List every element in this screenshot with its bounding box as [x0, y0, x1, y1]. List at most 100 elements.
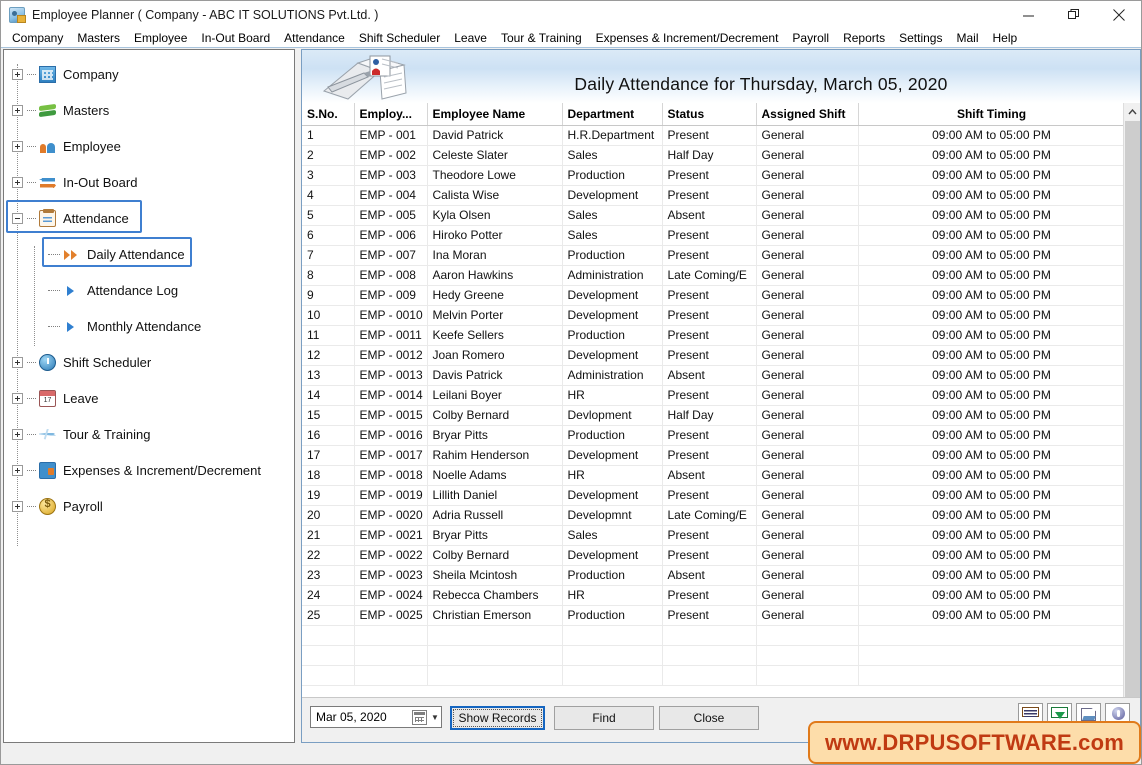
sidebar-item-monthly-attendance[interactable]: Monthly Attendance [4, 308, 294, 344]
table-row[interactable]: 2 EMP - 002 Celeste Slater Sales Half Day Gen… [302, 145, 1123, 166]
report-icon[interactable] [1018, 703, 1043, 723]
sidebar-item-company[interactable]: Company [4, 56, 294, 92]
cell-employee-code: EMP - 008 [354, 265, 428, 286]
menu-item-reports[interactable]: Reports [836, 30, 892, 46]
tree-connector [48, 289, 60, 291]
table-row[interactable]: 4 EMP - 004 Calista Wise Development Present… [302, 185, 1123, 206]
expand-icon[interactable] [12, 68, 23, 80]
column-header-s-no[interactable]: S.No. [302, 103, 355, 126]
table-row[interactable]: 19 EMP - 0019 Lillith Daniel Development Pre… [302, 485, 1123, 506]
table-row-empty[interactable] [302, 665, 1123, 686]
sidebar-item-attendance-log[interactable]: Attendance Log [4, 272, 294, 308]
close-dialog-button[interactable]: Close [659, 706, 759, 730]
sidebar-item-masters[interactable]: Masters [4, 92, 294, 128]
help-icon[interactable] [1105, 703, 1130, 723]
cell-status: Absent [662, 565, 757, 586]
menu-item-company[interactable]: Company [5, 30, 70, 46]
cell-department: Development [562, 345, 663, 366]
menu-item-in-out-board[interactable]: In-Out Board [194, 30, 277, 46]
menu-item-employee[interactable]: Employee [127, 30, 194, 46]
sidebar-item-leave[interactable]: Leave [4, 380, 294, 416]
table-row[interactable]: 25 EMP - 0025 Christian Emerson Production P… [302, 605, 1123, 626]
expand-icon[interactable] [12, 104, 23, 116]
table-row[interactable]: 17 EMP - 0017 Rahim Henderson Development Pr… [302, 445, 1123, 466]
column-header-employ[interactable]: Employ... [354, 103, 428, 126]
cell-serial-number: 21 [302, 525, 355, 546]
show-records-button[interactable]: Show Records [450, 706, 545, 730]
menu-item-mail[interactable]: Mail [949, 30, 985, 46]
scroll-up-icon[interactable] [1124, 103, 1140, 120]
expand-icon[interactable] [12, 140, 23, 152]
column-header-shift-timing[interactable]: Shift Timing [858, 103, 1123, 126]
table-row[interactable]: 1 EMP - 001 David Patrick H.R.Department Pre… [302, 125, 1123, 146]
sidebar-item-attendance[interactable]: Attendance [4, 200, 294, 236]
expand-icon[interactable] [12, 356, 23, 368]
vertical-scrollbar-thumb[interactable] [1125, 121, 1140, 701]
table-row[interactable]: 10 EMP - 0010 Melvin Porter Development Pres… [302, 305, 1123, 326]
chevron-down-icon[interactable]: ▼ [429, 707, 441, 727]
table-row[interactable]: 14 EMP - 0014 Leilani Boyer HR Present Genera… [302, 385, 1123, 406]
table-row[interactable]: 11 EMP - 0011 Keefe Sellers Production Prese… [302, 325, 1123, 346]
sidebar-item-daily-attendance[interactable]: Daily Attendance [4, 236, 294, 272]
print-icon[interactable] [1076, 703, 1101, 723]
table-row[interactable]: 21 EMP - 0021 Bryar Pitts Sales Present Gener… [302, 525, 1123, 546]
find-button[interactable]: Find [554, 706, 654, 730]
cell-serial-number: 13 [302, 365, 355, 386]
cell-status: Present [662, 305, 757, 326]
table-row[interactable]: 18 EMP - 0018 Noelle Adams HR Absent General 0… [302, 465, 1123, 486]
expand-icon[interactable] [12, 176, 23, 188]
table-row[interactable]: 7 EMP - 007 Ina Moran Production Present Gene… [302, 245, 1123, 266]
table-row[interactable]: 6 EMP - 006 Hiroko Potter Sales Present Gener… [302, 225, 1123, 246]
collapse-icon[interactable] [12, 212, 23, 224]
table-row[interactable]: 9 EMP - 009 Hedy Greene Development Present G… [302, 285, 1123, 306]
table-row[interactable]: 20 EMP - 0020 Adria Russell Developmnt Late … [302, 505, 1123, 526]
expand-icon[interactable] [12, 464, 23, 476]
table-row-empty[interactable] [302, 645, 1123, 666]
cell-assigned-shift: General [756, 145, 859, 166]
tree-connector [48, 253, 60, 255]
table-row[interactable]: 13 EMP - 0013 Davis Patrick Administration A… [302, 365, 1123, 386]
table-row-empty[interactable] [302, 625, 1123, 646]
cell-status: Present [662, 325, 757, 346]
menu-item-masters[interactable]: Masters [70, 30, 127, 46]
column-header-department[interactable]: Department [562, 103, 663, 126]
menu-item-shift-scheduler[interactable]: Shift Scheduler [352, 30, 447, 46]
table-row[interactable]: 5 EMP - 005 Kyla Olsen Sales Absent General 09… [302, 205, 1123, 226]
excel-export-icon[interactable] [1047, 703, 1072, 723]
menu-item-payroll[interactable]: Payroll [785, 30, 836, 46]
table-row[interactable]: 12 EMP - 0012 Joan Romero Development Presen… [302, 345, 1123, 366]
table-row[interactable]: 22 EMP - 0022 Colby Bernard Development Pres… [302, 545, 1123, 566]
cell-shift-timing: 09:00 AM to 05:00 PM [858, 225, 1123, 246]
sidebar-item-payroll[interactable]: Payroll [4, 488, 294, 524]
menu-item-help[interactable]: Help [986, 30, 1025, 46]
sidebar-item-label: Masters [63, 102, 110, 118]
sidebar-item-in-out-board[interactable]: In-Out Board [4, 164, 294, 200]
sidebar-item-employee[interactable]: Employee [4, 128, 294, 164]
column-header-status[interactable]: Status [662, 103, 757, 126]
maximize-button[interactable] [1051, 1, 1096, 29]
close-button[interactable] [1096, 1, 1141, 29]
table-row[interactable]: 3 EMP - 003 Theodore Lowe Production Present… [302, 165, 1123, 186]
sidebar-item-shift-scheduler[interactable]: Shift Scheduler [4, 344, 294, 380]
vertical-scrollbar[interactable] [1123, 103, 1140, 720]
sidebar-item-expenses-increment-decrement[interactable]: Expenses & Increment/Decrement [4, 452, 294, 488]
attendance-grid: S.No. Employ... Employee Name Department Sta… [302, 103, 1123, 720]
menu-item-settings[interactable]: Settings [892, 30, 949, 46]
menu-item-tour-training[interactable]: Tour & Training [494, 30, 589, 46]
column-header-employee-name[interactable]: Employee Name [427, 103, 563, 126]
expand-icon[interactable] [12, 392, 23, 404]
table-row[interactable]: 23 EMP - 0023 Sheila Mcintosh Production Abs… [302, 565, 1123, 586]
sidebar-item-tour-training[interactable]: Tour & Training [4, 416, 294, 452]
table-row[interactable]: 16 EMP - 0016 Bryar Pitts Production Present… [302, 425, 1123, 446]
minimize-button[interactable] [1006, 1, 1051, 29]
menu-item-leave[interactable]: Leave [447, 30, 494, 46]
menu-item-expenses-increment-decrement[interactable]: Expenses & Increment/Decrement [589, 30, 786, 46]
table-row[interactable]: 8 EMP - 008 Aaron Hawkins Administration Lat… [302, 265, 1123, 286]
menu-item-attendance[interactable]: Attendance [277, 30, 352, 46]
table-row[interactable]: 24 EMP - 0024 Rebecca Chambers HR Present Gen… [302, 585, 1123, 606]
date-picker[interactable]: Mar 05, 2020 ▼ [310, 706, 442, 728]
expand-icon[interactable] [12, 500, 23, 512]
table-row[interactable]: 15 EMP - 0015 Colby Bernard Devlopment Half … [302, 405, 1123, 426]
expand-icon[interactable] [12, 428, 23, 440]
column-header-assigned-shift[interactable]: Assigned Shift [756, 103, 859, 126]
